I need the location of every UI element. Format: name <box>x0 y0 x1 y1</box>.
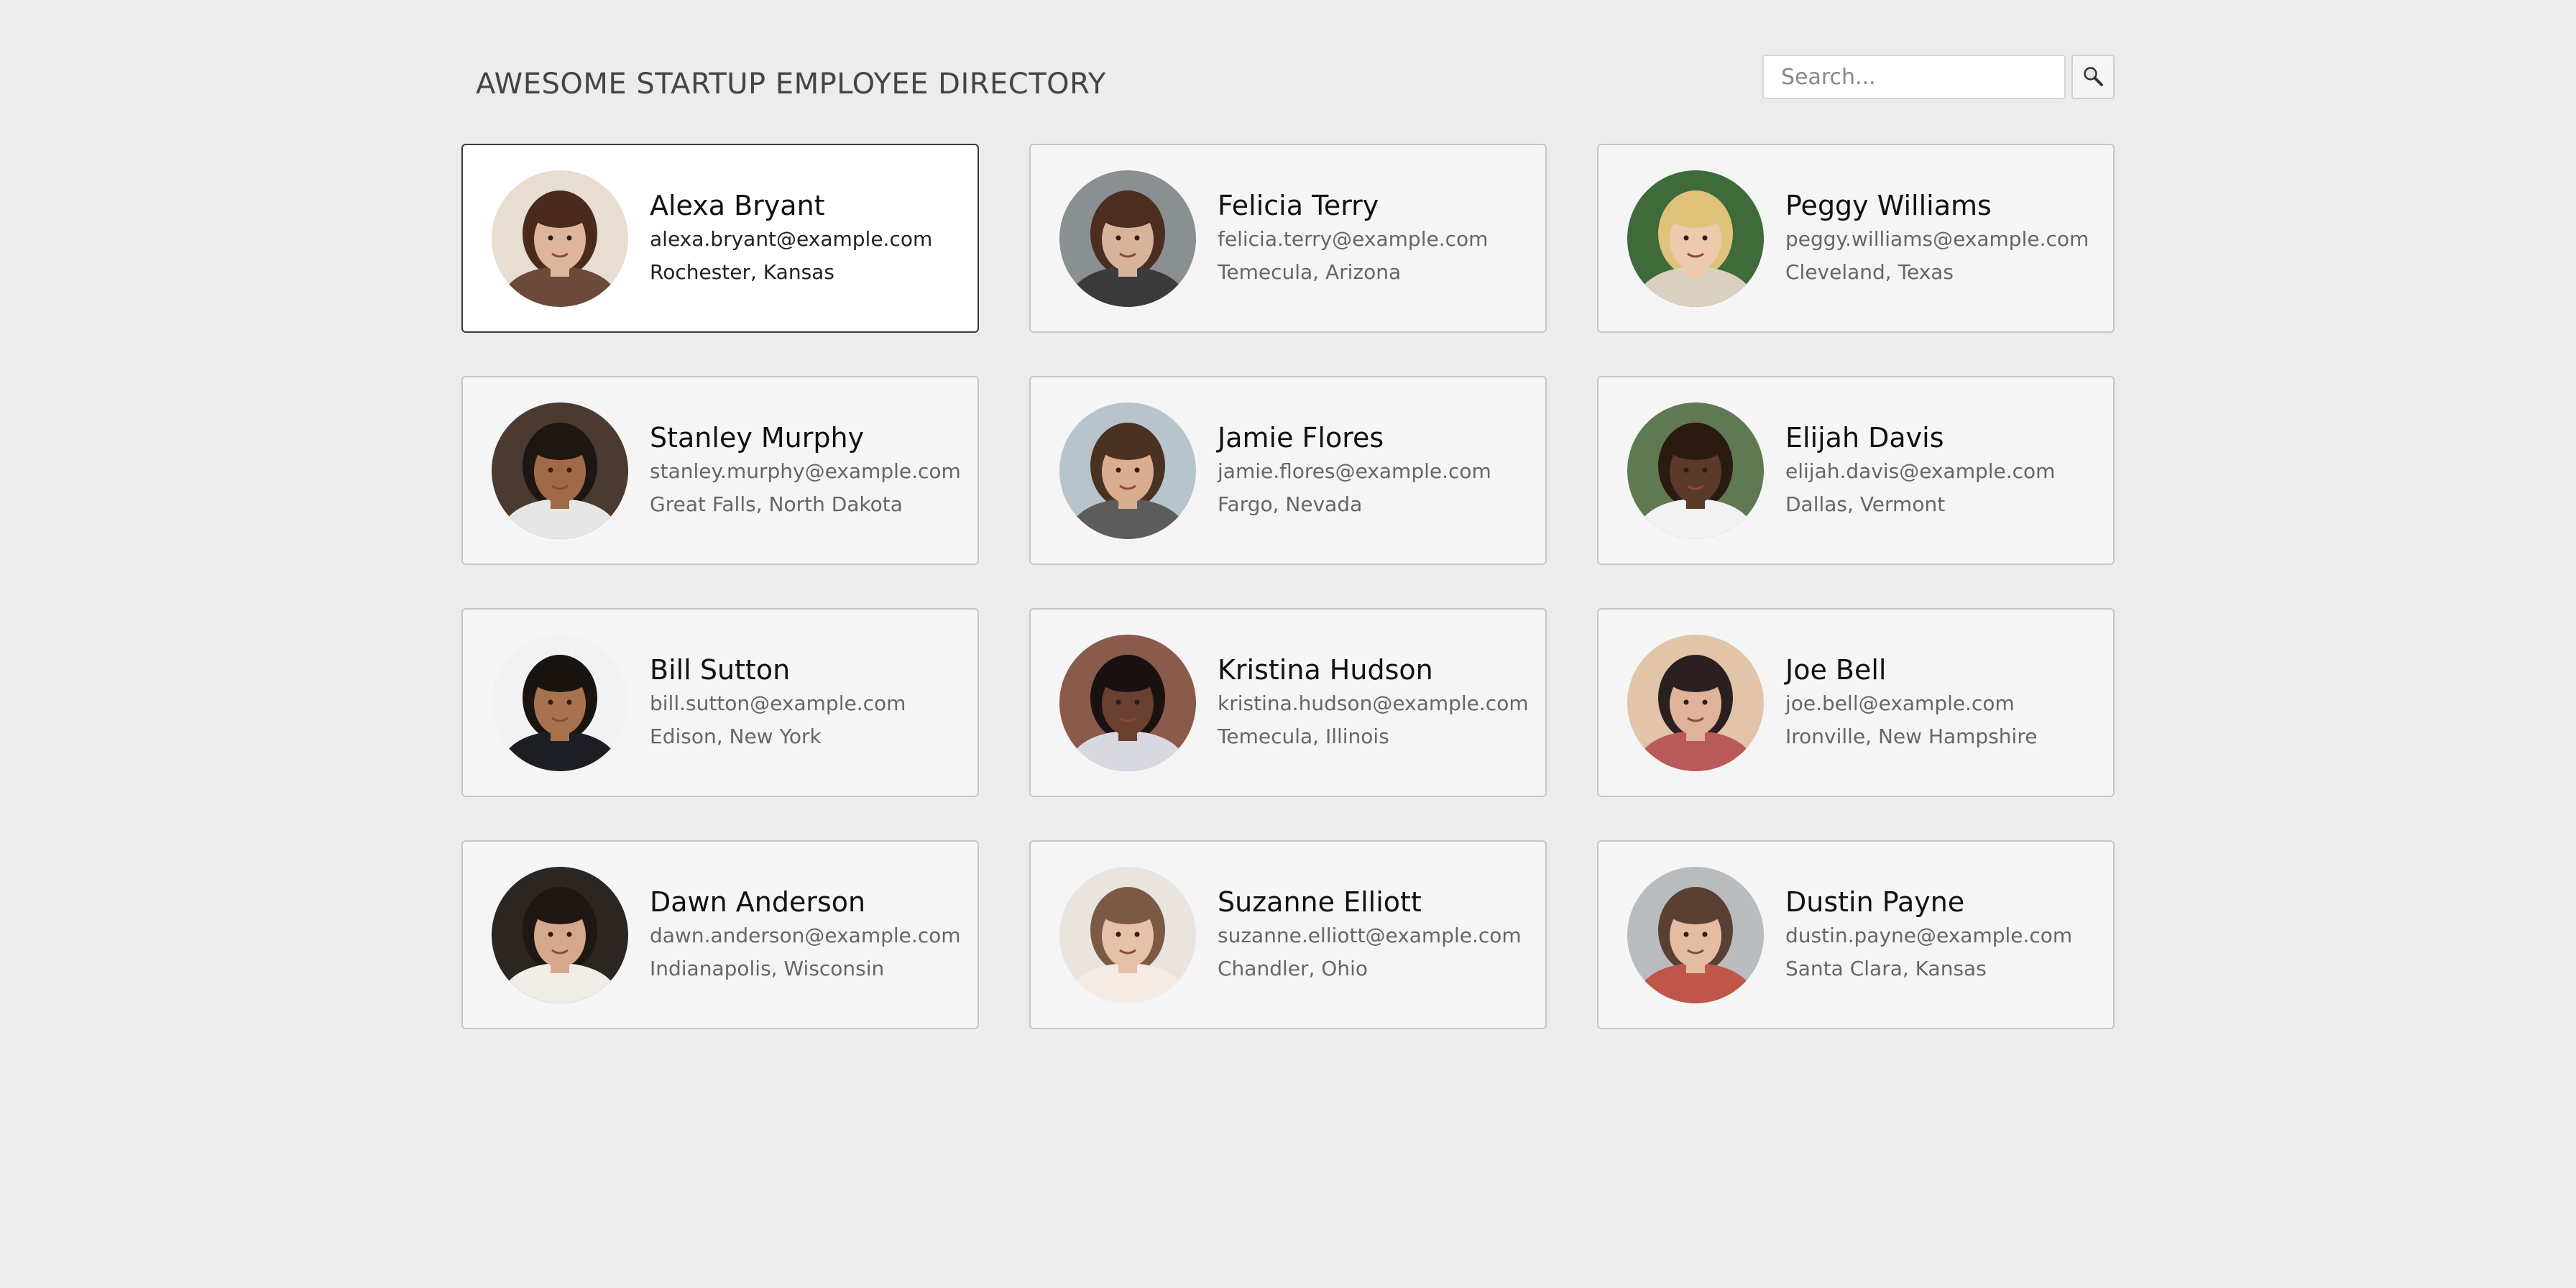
page-header: AWESOME STARTUP EMPLOYEE DIRECTORY <box>461 55 2115 119</box>
employee-photo <box>1059 402 1196 539</box>
search-form <box>1762 55 2115 99</box>
employee-email: alexa.bryant@example.com <box>650 226 933 251</box>
employee-photo <box>1059 866 1196 1003</box>
employee-grid: Alexa Bryant alexa.bryant@example.com Roch… <box>461 144 2115 1029</box>
employee-info: Suzanne Elliott suzanne.elliott@example.c… <box>1218 885 1522 985</box>
magnifier-icon <box>2082 65 2104 89</box>
employee-name: Suzanne Elliott <box>1218 886 1422 918</box>
employee-location: Ironville, New Hampshire <box>1785 724 2038 748</box>
employee-location: Fargo, Nevada <box>1218 492 1363 516</box>
employee-email: dawn.anderson@example.com <box>650 923 961 947</box>
employee-info: Bill Sutton bill.sutton@example.com Edison… <box>650 653 906 753</box>
employee-photo <box>1627 866 1764 1003</box>
employee-card[interactable]: Peggy Williams peggy.williams@example.com… <box>1597 144 2115 333</box>
employee-location: Rochester, Kansas <box>650 259 834 284</box>
employee-info: Felicia Terry felicia.terry@example.com Te… <box>1218 188 1488 289</box>
employee-email: joe.bell@example.com <box>1785 691 2015 715</box>
employee-info: Dustin Payne dustin.payne@example.com Sant… <box>1785 885 2072 985</box>
employee-location: Chandler, Ohio <box>1218 956 1368 980</box>
employee-card[interactable]: Joe Bell joe.bell@example.com Ironville, N… <box>1597 608 2115 797</box>
employee-location: Great Falls, North Dakota <box>650 492 903 516</box>
employee-photo <box>492 170 628 307</box>
employee-name: Jamie Flores <box>1218 421 1384 454</box>
employee-info: Joe Bell joe.bell@example.com Ironville, N… <box>1785 653 2037 753</box>
employee-info: Dawn Anderson dawn.anderson@example.com In… <box>650 885 961 985</box>
employee-info: Peggy Williams peggy.williams@example.com… <box>1785 188 2089 289</box>
employee-email: peggy.williams@example.com <box>1785 226 2089 251</box>
employee-info: Elijah Davis elijah.davis@example.com Dall… <box>1785 420 2055 521</box>
employee-card[interactable]: Dustin Payne dustin.payne@example.com Sant… <box>1597 840 2115 1029</box>
employee-location: Cleveland, Texas <box>1785 259 1954 284</box>
employee-card[interactable]: Bill Sutton bill.sutton@example.com Edison… <box>461 608 979 797</box>
employee-card[interactable]: Jamie Flores jamie.flores@example.com Farg… <box>1029 376 1547 565</box>
search-button[interactable] <box>2071 55 2115 99</box>
employee-card[interactable]: Alexa Bryant alexa.bryant@example.com Roch… <box>461 144 979 333</box>
employee-location: Temecula, Illinois <box>1218 724 1389 748</box>
employee-photo <box>1059 634 1196 771</box>
employee-photo <box>1627 402 1764 539</box>
employee-photo <box>1627 170 1764 307</box>
employee-name: Kristina Hudson <box>1218 653 1433 686</box>
employee-email: suzanne.elliott@example.com <box>1218 923 1522 947</box>
employee-email: dustin.payne@example.com <box>1785 923 2073 947</box>
employee-card[interactable]: Kristina Hudson kristina.hudson@example.c… <box>1029 608 1547 797</box>
employee-card[interactable]: Felicia Terry felicia.terry@example.com Te… <box>1029 144 1547 333</box>
employee-photo <box>492 866 628 1003</box>
employee-info: Kristina Hudson kristina.hudson@example.c… <box>1218 653 1529 753</box>
employee-name: Peggy Williams <box>1785 189 1992 221</box>
employee-name: Dawn Anderson <box>650 886 866 918</box>
employee-email: kristina.hudson@example.com <box>1218 691 1529 715</box>
employee-email: stanley.murphy@example.com <box>650 459 961 483</box>
employee-name: Bill Sutton <box>650 653 791 686</box>
employee-info: Alexa Bryant alexa.bryant@example.com Roch… <box>650 188 932 289</box>
employee-card[interactable]: Dawn Anderson dawn.anderson@example.com In… <box>461 840 979 1029</box>
employee-card[interactable]: Suzanne Elliott suzanne.elliott@example.c… <box>1029 840 1547 1029</box>
employee-name: Dustin Payne <box>1785 886 1965 918</box>
employee-name: Felicia Terry <box>1218 189 1379 221</box>
employee-email: felicia.terry@example.com <box>1218 226 1489 251</box>
employee-email: bill.sutton@example.com <box>650 691 906 715</box>
employee-info: Stanley Murphy stanley.murphy@example.com… <box>650 420 961 521</box>
employee-name: Joe Bell <box>1785 653 1887 686</box>
employee-location: Edison, New York <box>650 724 822 748</box>
employee-photo <box>1627 634 1764 771</box>
employee-card[interactable]: Elijah Davis elijah.davis@example.com Dall… <box>1597 376 2115 565</box>
search-input[interactable] <box>1762 55 2066 99</box>
employee-name: Elijah Davis <box>1785 421 1944 454</box>
employee-card[interactable]: Stanley Murphy stanley.murphy@example.com… <box>461 376 979 565</box>
employee-location: Santa Clara, Kansas <box>1785 956 1987 980</box>
employee-info: Jamie Flores jamie.flores@example.com Farg… <box>1218 420 1491 521</box>
employee-location: Indianapolis, Wisconsin <box>650 956 885 980</box>
employee-email: elijah.davis@example.com <box>1785 459 2056 483</box>
page-title: AWESOME STARTUP EMPLOYEE DIRECTORY <box>476 68 1106 101</box>
employee-location: Temecula, Arizona <box>1218 259 1402 284</box>
employee-name: Stanley Murphy <box>650 421 865 454</box>
employee-photo <box>492 402 628 539</box>
employee-email: jamie.flores@example.com <box>1218 459 1491 483</box>
employee-photo <box>492 634 628 771</box>
employee-photo <box>1059 170 1196 307</box>
employee-name: Alexa Bryant <box>650 189 825 221</box>
employee-location: Dallas, Vermont <box>1785 492 1946 516</box>
